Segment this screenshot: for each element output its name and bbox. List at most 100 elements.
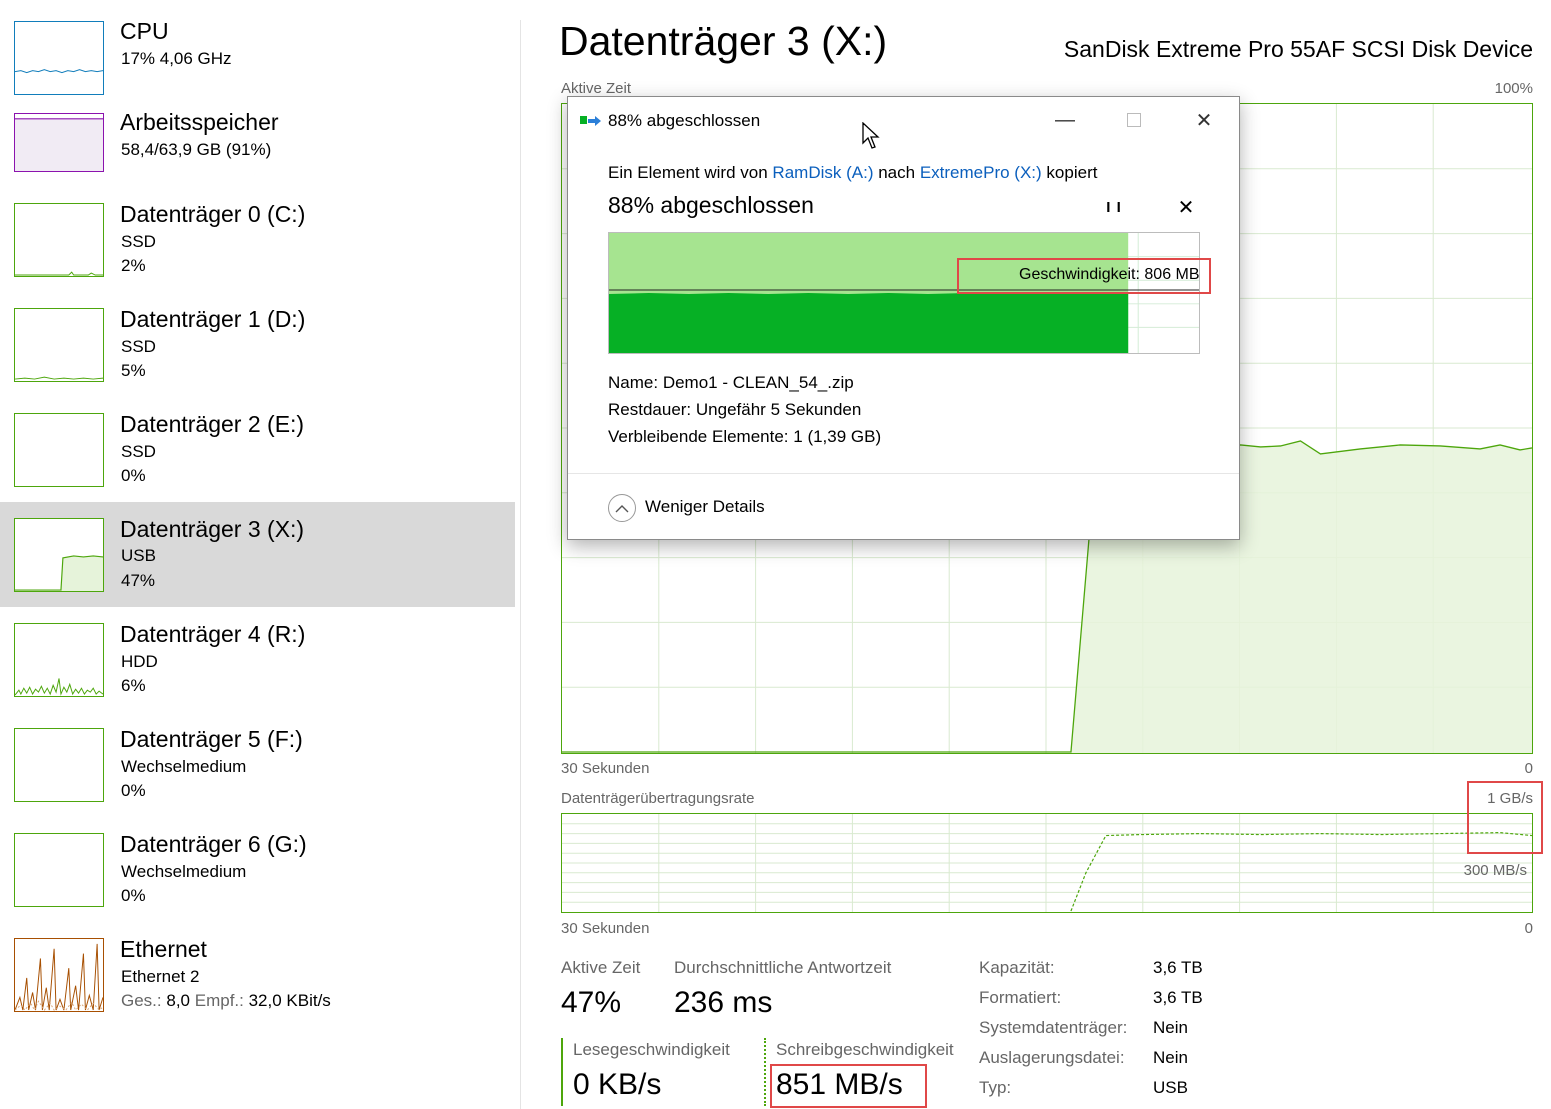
less-details-button[interactable]: Weniger Details (645, 497, 765, 517)
write-speed-marker (764, 1038, 766, 1106)
prop-label: Typ: (979, 1078, 1012, 1097)
sidebar-item-disk-2[interactable]: Datenträger 2 (E:) SSD 0% (0, 406, 515, 511)
pause-button[interactable]: I I (1100, 194, 1128, 220)
sidebar-item-disk-1[interactable]: Datenträger 1 (D:) SSD 5% (0, 301, 515, 406)
sidebar-item-sub: 58,4/63,9 GB (91%) (121, 140, 272, 159)
transfer-rate-graph-mid: 300 MB/s (1463, 862, 1527, 879)
sidebar-item-ethernet[interactable]: Ethernet Ethernet 2 Ges.: 8,0 Empf.: 32,… (0, 931, 515, 1036)
sidebar-item-title: CPU (120, 18, 169, 44)
highlight-box-max-rate (1467, 781, 1543, 854)
active-time-graph-duration: 30 Sekunden (561, 760, 650, 777)
prop-label: Kapazität: (979, 958, 1055, 977)
cancel-copy-button[interactable]: ✕ (1172, 194, 1200, 220)
active-time-value: 47% (561, 986, 622, 1019)
ethernet-thumbnail (14, 938, 104, 1012)
disk-thumbnail (14, 308, 104, 382)
pause-icon: I I (1106, 198, 1122, 216)
read-speed-marker (561, 1038, 563, 1106)
sidebar-item-title: Datenträger 3 (X:) (120, 516, 305, 542)
prop-value: Nein (1153, 1018, 1188, 1037)
memory-thumbnail (14, 113, 104, 172)
sidebar-item-disk-3[interactable]: Datenträger 3 (X:) USB 47% (0, 502, 515, 607)
cpu-thumbnail (14, 21, 104, 95)
sidebar-item-title: Datenträger 1 (D:) (120, 306, 306, 332)
disk-thumbnail (14, 203, 104, 277)
recv-value: 32,0 KBit/s (248, 991, 331, 1010)
device-name: SanDisk Extreme Pro 55AF SCSI Disk Devic… (1063, 36, 1533, 62)
sidebar-item-sub: Wechselmedium (121, 862, 247, 881)
minimize-icon: — (1055, 108, 1075, 131)
sidebar-item-memory[interactable]: Arbeitsspeicher 58,4/63,9 GB (91%) (0, 105, 515, 210)
disk-thumbnail (14, 833, 104, 907)
remaining-items-row: Verbleibende Elemente: 1 (1,39 GB) (608, 427, 881, 447)
transfer-rate-graph-label: Datenträgerübertragungsrate (561, 790, 755, 807)
remaining-time-value: Ungefähr 5 Sekunden (695, 400, 862, 419)
sidebar-item-title: Datenträger 2 (E:) (120, 411, 305, 437)
target-link[interactable]: ExtremePro (X:) (920, 163, 1042, 182)
performance-sidebar: CPU 17% 4,06 GHz Arbeitsspeicher 58,4/63… (0, 0, 515, 1109)
recv-label: Empf.: (194, 991, 244, 1010)
remaining-time-label: Restdauer: (608, 400, 692, 419)
sidebar-item-title: Datenträger 4 (R:) (120, 621, 306, 647)
maximize-icon (1127, 113, 1141, 127)
mouse-cursor-icon (862, 122, 880, 149)
minimize-button[interactable]: — (1042, 103, 1088, 137)
sidebar-item-sub: HDD (121, 652, 158, 671)
disk-thumbnail (14, 623, 104, 697)
read-speed-value: 0 KB/s (573, 1068, 662, 1101)
sidebar-item-sub: SSD (121, 442, 156, 461)
chevron-up-icon[interactable] (608, 494, 636, 522)
active-time-label: Aktive Zeit (561, 958, 641, 977)
highlight-box-write-speed (770, 1064, 927, 1108)
sidebar-item-title: Ethernet (120, 936, 207, 962)
sidebar-item-disk-4[interactable]: Datenträger 4 (R:) HDD 6% (0, 616, 515, 721)
write-speed-label: Schreibgeschwindigkeit (776, 1040, 954, 1059)
send-label: Ges.: (121, 991, 162, 1010)
sidebar-item-title: Datenträger 6 (G:) (120, 831, 307, 857)
close-icon: ✕ (1195, 109, 1213, 132)
sidebar-item-sub: Ethernet 2 (121, 967, 200, 986)
prop-value: 3,6 TB (1153, 958, 1203, 977)
active-time-graph-max: 100% (1494, 80, 1533, 97)
dialog-title: 88% abgeschlossen (608, 111, 761, 130)
ethernet-throughput: Ges.: 8,0 Empf.: 32,0 KBit/s (121, 991, 331, 1011)
transfer-rate-graph-duration: 30 Sekunden (561, 920, 650, 937)
sidebar-item-disk-0[interactable]: Datenträger 0 (C:) SSD 2% (0, 196, 515, 301)
sidebar-item-usage: 6% (121, 676, 146, 695)
cancel-icon: ✕ (1177, 196, 1195, 219)
progress-percent: 88% abgeschlossen (608, 192, 814, 218)
sidebar-item-disk-5[interactable]: Datenträger 5 (F:) Wechselmedium 0% (0, 721, 515, 826)
remaining-time-row: Restdauer: Ungefähr 5 Sekunden (608, 400, 861, 420)
sidebar-item-usage: 5% (121, 361, 146, 380)
response-time-label: Durchschnittliche Antwortzeit (674, 958, 892, 977)
sidebar-item-usage: 2% (121, 256, 146, 275)
sidebar-item-cpu[interactable]: CPU 17% 4,06 GHz (0, 0, 515, 105)
sidebar-item-disk-6[interactable]: Datenträger 6 (G:) Wechselmedium 0% (0, 826, 515, 931)
prop-value: Nein (1153, 1048, 1188, 1067)
sidebar-item-sub: SSD (121, 337, 156, 356)
highlight-box-copy-speed (957, 258, 1211, 294)
dialog-divider (568, 473, 1239, 474)
copy-description: Ein Element wird von RamDisk (A:) nach E… (608, 163, 1097, 183)
disk-thumbnail (14, 728, 104, 802)
sidebar-item-title: Arbeitsspeicher (120, 109, 279, 135)
page-title: Datenträger 3 (X:) (559, 18, 888, 64)
active-time-graph-zero: 0 (1524, 760, 1533, 777)
remaining-items-label: Verbleibende Elemente: (608, 427, 789, 446)
prop-label: Auslagerungsdatei: (979, 1048, 1125, 1067)
file-name-label: Name: (608, 373, 659, 392)
copy-icon (580, 116, 601, 126)
sidebar-item-usage: 0% (121, 781, 146, 800)
desc-suffix: kopiert (1046, 163, 1098, 182)
send-value: 8,0 (166, 991, 190, 1010)
desc-prefix: Ein Element wird von (608, 163, 768, 182)
sidebar-item-usage: 0% (121, 886, 146, 905)
source-link[interactable]: RamDisk (A:) (772, 163, 873, 182)
sidebar-item-sub: 17% 4,06 GHz (121, 49, 232, 68)
maximize-button[interactable] (1111, 103, 1157, 137)
close-button[interactable]: ✕ (1181, 103, 1227, 137)
prop-label: Systemdatenträger: (979, 1018, 1128, 1037)
read-speed-label: Lesegeschwindigkeit (573, 1040, 730, 1059)
file-name-row: Name: Demo1 - CLEAN_54_.zip (608, 373, 854, 393)
sidebar-item-sub: USB (121, 546, 156, 565)
